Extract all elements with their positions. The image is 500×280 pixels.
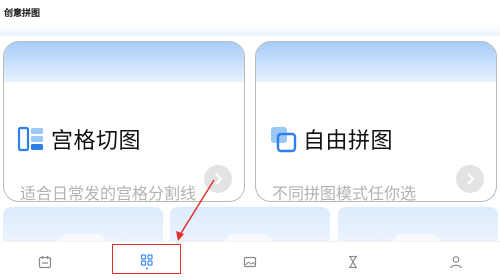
grid-cut-card[interactable]: 宫格切图 适合日常发的宫格分割线 (3, 41, 245, 202)
header-gradient (0, 26, 500, 36)
free-collage-icon (271, 127, 297, 153)
annotation-highlight-box (112, 244, 181, 274)
card-title: 宫格切图 (51, 129, 142, 154)
chevron-right-icon[interactable] (204, 165, 232, 193)
calendar-icon[interactable] (33, 250, 57, 274)
image-icon[interactable] (238, 250, 262, 274)
card-subtitle: 不同拼图模式任你选 (272, 184, 417, 202)
bottom-nav (0, 241, 500, 280)
user-icon[interactable] (444, 250, 468, 274)
card-subtitle: 适合日常发的宫格分割线 (20, 184, 197, 202)
chevron-right-icon[interactable] (456, 165, 484, 193)
app-title: 创意拼图 (4, 9, 41, 19)
free-collage-card[interactable]: 自由拼图 不同拼图模式任你选 (255, 41, 497, 202)
card-title: 自由拼图 (303, 129, 394, 154)
card-header-band (256, 42, 496, 82)
grid-cut-icon (17, 126, 43, 152)
card-header-band (4, 42, 244, 82)
hourglass-icon[interactable] (341, 250, 365, 274)
